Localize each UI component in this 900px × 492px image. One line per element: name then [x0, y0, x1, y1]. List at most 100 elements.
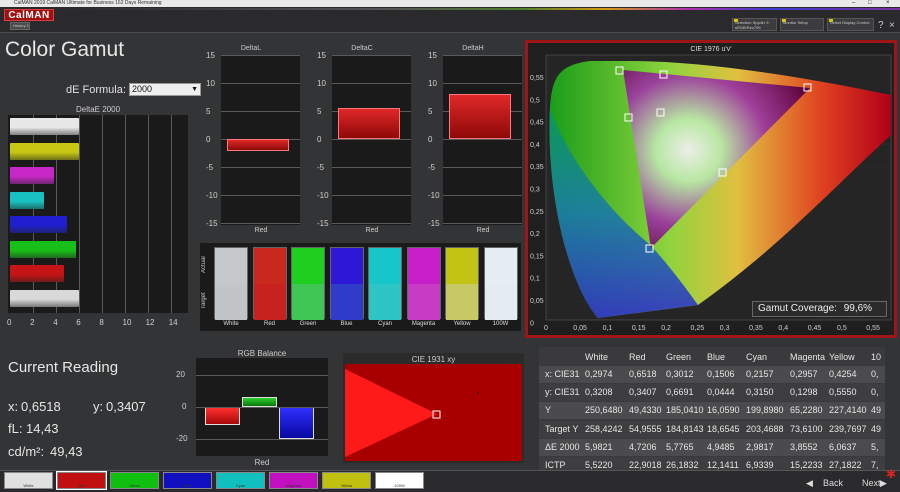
table-row: Target Y 258,4242 54,9555 184,8143 18,6545 20… [539, 420, 885, 438]
table-cell: 0, [871, 387, 879, 398]
app-logo[interactable]: CalMAN [4, 9, 54, 21]
patch-label: Red [77, 483, 86, 488]
window-titlebar: CalMAN 2019 CalMAN Ultimate for Business… [0, 0, 900, 7]
patch-button-white[interactable]: White [4, 472, 53, 489]
window-close-button[interactable]: × [886, 0, 890, 7]
reading-cd-label: cd/m²: [8, 444, 45, 459]
source-selector-label: Selection Spyder 5 · sRGB/Rec709 [735, 20, 772, 30]
de-x-tick: 4 [53, 318, 58, 327]
delta-bar [338, 107, 400, 139]
delta-y-tick: -10 [317, 191, 329, 200]
delta-chart-deltac [332, 55, 411, 225]
maximize-button[interactable]: □ [868, 0, 872, 7]
swatch-blue [329, 247, 364, 320]
delta-gridline [221, 111, 300, 112]
swatch-label: Magenta [411, 321, 436, 327]
delta-gridline [332, 55, 411, 56]
delta-gridline [221, 55, 300, 56]
table-cell: 6,0637 [829, 441, 857, 452]
swatch-panel: Actual Target White Red Green Blue Cyan Magen… [200, 243, 521, 331]
de-bar-cyan [10, 191, 45, 209]
table-cell: 0,0444 [707, 387, 735, 398]
delta-y-tick: 15 [428, 51, 437, 60]
patch-button-green[interactable]: Green [110, 472, 159, 489]
de-x-tick: 0 [7, 318, 12, 327]
table-cell: 49 [871, 423, 882, 434]
reading-fl-value: 14,43 [26, 421, 59, 436]
table-cell: ΔE 2000 [545, 441, 580, 452]
rgb-gridline [196, 407, 328, 408]
swatch-target [407, 284, 440, 320]
patch-button-red[interactable]: Red [56, 471, 107, 490]
cie1976-x-tick: 0,05 [573, 325, 587, 332]
reading-y-value: 0,3407 [106, 399, 146, 414]
de-bar-blue [10, 216, 67, 233]
swatch-label: Red [263, 321, 275, 327]
minimize-button[interactable]: – [852, 0, 855, 7]
reading-x-label: x: [8, 399, 19, 414]
rgb-gridline [196, 439, 328, 440]
table-cell: 0,3208 [585, 387, 613, 398]
cie1976-y-tick: 0,15 [530, 253, 544, 260]
source-selector[interactable]: Selection Spyder 5 · sRGB/Rec709 [732, 18, 777, 31]
de-formula-select[interactable]: 2000 ▼ [129, 83, 201, 96]
patch-button-blue[interactable]: Blue [163, 472, 212, 489]
swatch-target [253, 284, 286, 320]
delta-gridline [221, 167, 300, 168]
cie1931-reading-dot [477, 392, 479, 394]
cie1976-y-tick: 0,4 [530, 142, 540, 149]
delta-bar [227, 139, 289, 152]
table-cell: 239,7697 [829, 423, 867, 434]
patch-button-cyan[interactable]: Cyan [216, 472, 265, 489]
swatch-magenta [406, 247, 441, 320]
next-button[interactable]: Next [862, 478, 881, 488]
cie1976-y-tick: 0,5 [530, 97, 540, 104]
help-button[interactable]: ? [878, 20, 884, 31]
table-cell: 16,0590 [707, 405, 740, 416]
display-control-selector[interactable]: Select Display Control [827, 18, 874, 31]
delta-y-tick: 0 [317, 135, 322, 144]
table-header-cell: White [585, 352, 609, 362]
table-cell: 49 [871, 405, 882, 416]
swatch-label: Blue [340, 321, 353, 327]
table-cell: 4,7206 [629, 441, 657, 452]
display-selector[interactable]: Monitor Setup [780, 18, 824, 31]
cie1976-y-tick: 0,55 [530, 75, 544, 82]
chevron-down-icon: ▼ [191, 86, 198, 93]
de-x-tick: 6 [76, 318, 81, 327]
delta-y-tick: -5 [428, 163, 436, 172]
table-header-cell: Red [629, 352, 646, 362]
delta-gridline [332, 139, 411, 140]
delta-bar [449, 94, 511, 139]
rgb-balance-label: Red [254, 458, 270, 467]
delta-gridline [443, 55, 522, 56]
swatch-label: White [223, 321, 239, 327]
delta-gridline [332, 195, 411, 196]
table-cell: 0,5550 [829, 387, 857, 398]
de-gridline [101, 115, 103, 313]
delta-y-tick: -5 [317, 163, 325, 172]
patch-button-magenta[interactable]: Magenta [269, 472, 318, 489]
swatch-actual [330, 248, 363, 284]
delta-gridline [443, 223, 522, 224]
cie1976-y-tick: 0,3 [530, 187, 540, 194]
table-cell: 0,2957 [790, 369, 818, 379]
table-cell: 0,2974 [585, 369, 613, 379]
de-x-tick: 12 [145, 318, 155, 327]
patch-button-100w[interactable]: 100W [375, 472, 424, 489]
de-x-tick: 8 [99, 318, 104, 327]
header-accent-strip [56, 8, 900, 10]
swatch-yellow [445, 247, 479, 320]
history-tab[interactable]: History 1 [10, 22, 30, 30]
page-title: Color Gamut [5, 38, 125, 61]
rgb-y-tick: 20 [176, 370, 185, 379]
swatch-red [252, 247, 287, 320]
back-button[interactable]: Back [823, 478, 843, 488]
patch-button-yellow[interactable]: Yellow [322, 472, 371, 489]
asterisk-icon: ✱ [886, 467, 897, 481]
table-cell: 0,2157 [746, 369, 774, 379]
delta-gridline [443, 83, 522, 84]
delta-y-tick: -5 [206, 163, 214, 172]
close-workflow-button[interactable]: × [889, 20, 895, 31]
delta-y-tick: 15 [206, 51, 215, 60]
